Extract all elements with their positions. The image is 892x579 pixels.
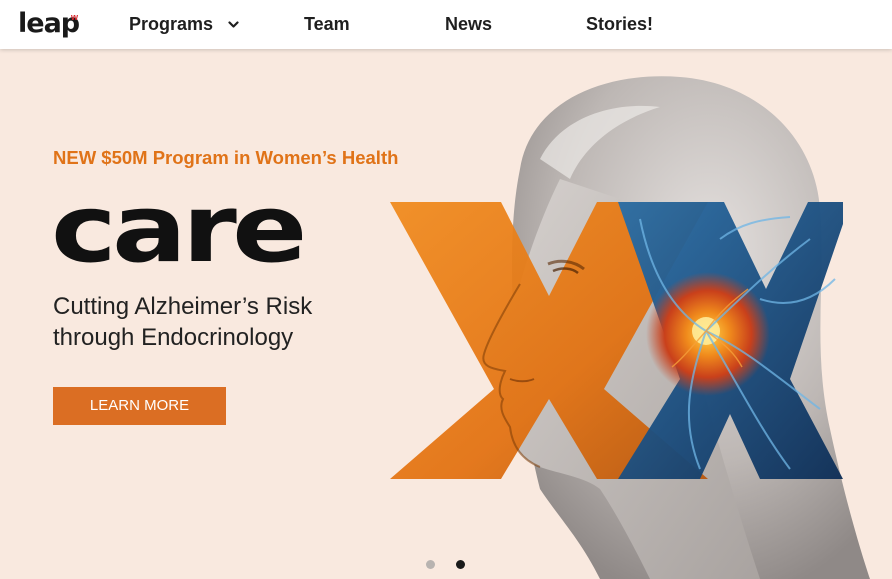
hero-subtitle: Cutting Alzheimer’s Risk through Endocri… [53, 293, 313, 351]
nav-item-team[interactable]: Team [304, 0, 350, 49]
chevron-down-icon [228, 21, 239, 28]
hero-banner: NEW $50M Program in Women’s Health care … [0, 49, 892, 579]
carousel-dot-2-active[interactable] [456, 560, 465, 569]
nav-item-news[interactable]: News [445, 0, 492, 49]
logo-superscript-mark: w [71, 12, 79, 22]
nav-item-stories[interactable]: Stories! [586, 0, 653, 49]
nav-item-programs[interactable]: Programs [129, 0, 239, 49]
carousel-dot-1[interactable] [426, 560, 435, 569]
hero-tagline: NEW $50M Program in Women’s Health [53, 147, 399, 168]
learn-more-button[interactable]: LEARN MORE [53, 387, 226, 425]
leap-logo[interactable]: leap w [18, 6, 80, 42]
top-navigation-bar: leap w Programs Team News Stories! [0, 0, 892, 49]
nav-item-programs-label: Programs [129, 14, 214, 34]
hero-title: care [51, 175, 307, 284]
logo-wordmark: leap [18, 8, 80, 39]
